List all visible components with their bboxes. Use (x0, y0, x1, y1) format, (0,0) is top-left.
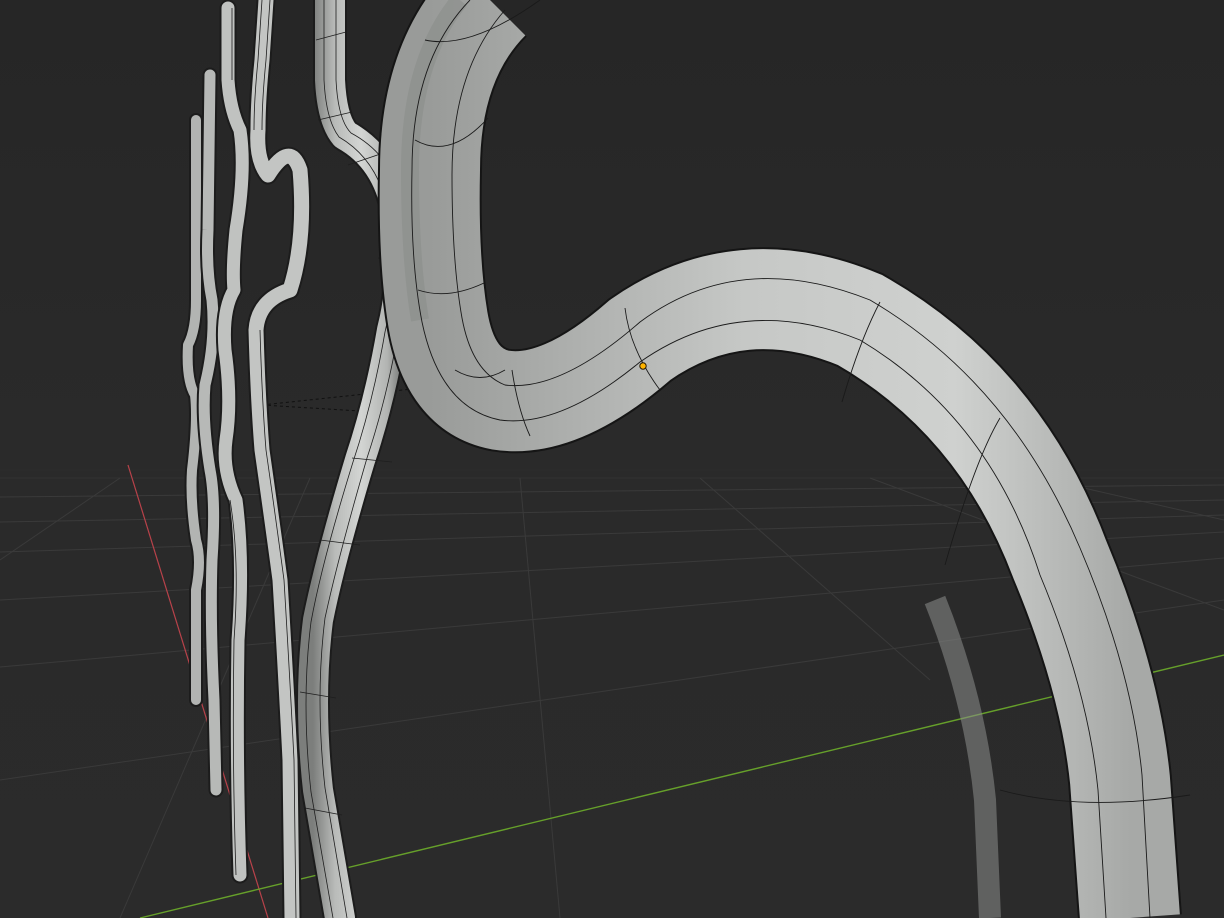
object-origin-point[interactable] (639, 362, 647, 370)
3d-viewport[interactable] (0, 0, 1224, 918)
viewport-scene[interactable] (0, 0, 1224, 918)
